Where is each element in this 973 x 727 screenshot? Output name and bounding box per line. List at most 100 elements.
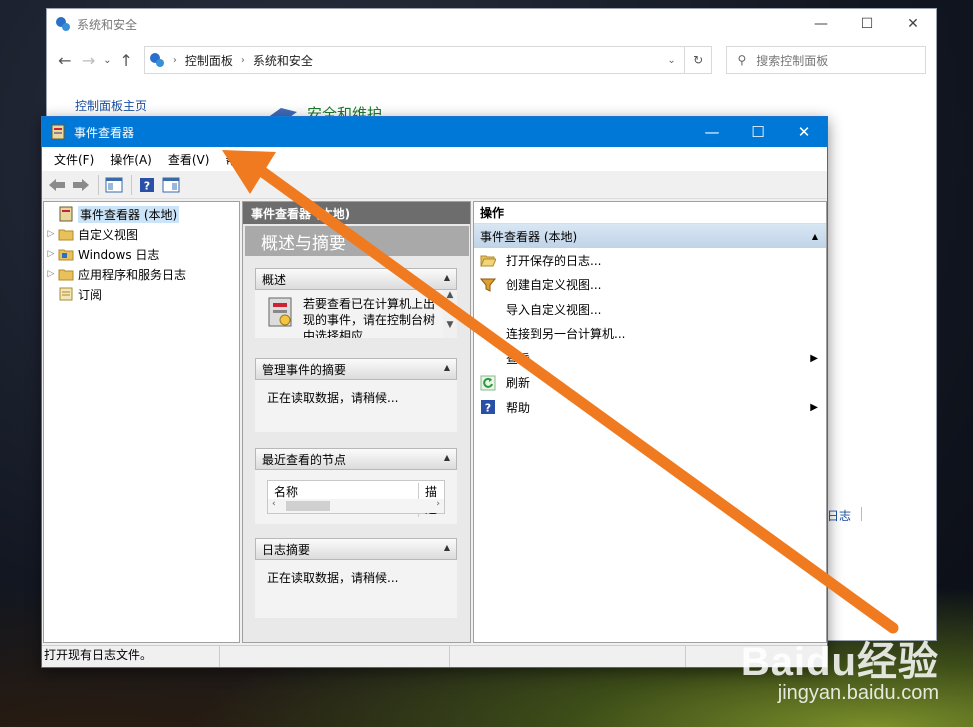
tree-item-windows-logs[interactable]: ▷ Windows 日志 xyxy=(44,244,239,264)
action-help[interactable]: ? 帮助 ▶ xyxy=(474,395,826,420)
tree-item-local[interactable]: 事件查看器 (本地) xyxy=(44,204,239,224)
folder-icon xyxy=(58,229,74,241)
collapse-caret-icon[interactable]: ▲ xyxy=(444,543,450,552)
forward-icon[interactable]: → xyxy=(77,51,101,70)
control-panel-icon xyxy=(149,53,164,67)
up-icon[interactable]: ↑ xyxy=(114,51,138,70)
watermark-logo: Baidu经验 xyxy=(740,640,939,684)
action-import-custom-view[interactable]: 导入自定义视图... xyxy=(474,297,826,322)
refresh-icon xyxy=(480,375,496,391)
back-arrow-icon[interactable] xyxy=(46,174,68,196)
svg-text:?: ? xyxy=(144,179,150,192)
section-log-summary: 日志摘要 ▲ 正在读取数据，请稍候... xyxy=(255,538,457,618)
forward-arrow-icon[interactable] xyxy=(70,174,92,196)
search-placeholder: 搜索控制面板 xyxy=(756,53,829,68)
cp-maximize-button[interactable]: ☐ xyxy=(844,9,890,39)
recent-dropdown-icon[interactable]: ⌄ xyxy=(100,55,114,66)
horizontal-scrollbar[interactable]: ‹ › xyxy=(268,499,444,513)
tree-item-subscriptions[interactable]: 订阅 xyxy=(44,284,239,304)
section-recent-header[interactable]: 最近查看的节点 ▲ xyxy=(255,448,457,470)
chevron-right-icon: › xyxy=(240,54,245,66)
event-log-icon xyxy=(268,297,292,327)
actions-group-local[interactable]: 事件查看器 (本地) ▲ xyxy=(474,224,826,248)
chevron-right-icon: › xyxy=(172,54,177,66)
folder-icon xyxy=(58,269,74,281)
collapse-caret-icon[interactable]: ▲ xyxy=(444,363,450,372)
overview-scrollbar[interactable]: ▲ ▼ xyxy=(443,290,457,338)
refresh-icon[interactable]: ↻ xyxy=(684,46,713,74)
submenu-arrow-icon: ▶ xyxy=(810,401,818,413)
submenu-arrow-icon: ▶ xyxy=(810,352,818,364)
menubar: 文件(F) 操作(A) 查看(V) 帮助(H) xyxy=(42,147,827,171)
address-bar[interactable]: › 控制面板 › 系统和安全 ⌄ xyxy=(143,46,685,74)
toolbar: ? xyxy=(42,171,827,199)
chevron-down-icon[interactable]: ⌄ xyxy=(667,55,675,66)
control-panel-icon xyxy=(56,17,70,31)
breadcrumb-control-panel[interactable]: 控制面板 xyxy=(185,52,233,69)
folder-icon xyxy=(58,249,74,261)
actions-header: 操作 xyxy=(474,202,826,224)
sidebar-link-home[interactable]: 控制面板主页 xyxy=(75,97,147,114)
help-icon: ? xyxy=(481,400,495,415)
event-viewer-window: 事件查看器 — ☐ ✕ 文件(F) 操作(A) 查看(V) 帮助(H) ? 事件… xyxy=(41,116,828,668)
admin-summary-text: 正在读取数据，请稍候... xyxy=(267,391,399,405)
menu-action[interactable]: 操作(A) xyxy=(102,151,160,168)
search-input[interactable]: ⚲ 搜索控制面板 xyxy=(726,46,926,74)
back-icon[interactable]: ← xyxy=(53,51,77,70)
filter-icon xyxy=(480,278,496,292)
expand-arrow-icon[interactable]: ▷ xyxy=(44,229,58,239)
expand-arrow-icon[interactable]: ▷ xyxy=(44,249,58,259)
overview-text: 若要查看已在计算机上出现的事件，请在控制台树中选择相应 xyxy=(303,297,436,338)
overview-pane: 事件查看器 (本地) 概述与摘要 概述 ▲ 若要查看已在计算机上出现的事件，请在… xyxy=(242,201,471,643)
console-tree-icon[interactable] xyxy=(103,174,125,196)
link-log-partial[interactable]: 日志 xyxy=(827,507,851,524)
collapse-caret-icon[interactable]: ▲ xyxy=(444,273,450,282)
ev-close-button[interactable]: ✕ xyxy=(781,117,827,147)
action-create-custom-view[interactable]: 创建自定义视图... xyxy=(474,273,826,298)
breadcrumb-system-security[interactable]: 系统和安全 xyxy=(253,52,313,69)
section-recent-nodes: 最近查看的节点 ▲ 名称 描述 ‹ › xyxy=(255,448,457,524)
status-text: 打开现有日志文件。 xyxy=(44,646,220,667)
section-admin-summary: 管理事件的摘要 ▲ 正在读取数据，请稍候... xyxy=(255,358,457,432)
action-open-saved-log[interactable]: 打开保存的日志... xyxy=(474,248,826,273)
status-cell xyxy=(450,646,686,667)
console-tree: 事件查看器 (本地) ▷ 自定义视图 ▷ Windows 日志 ▷ 应用程序和服… xyxy=(43,201,240,643)
section-overview: 概述 ▲ 若要查看已在计算机上出现的事件，请在控制台树中选择相应 ▲ ▼ xyxy=(255,268,457,338)
menu-view[interactable]: 查看(V) xyxy=(160,151,218,168)
section-admin-header[interactable]: 管理事件的摘要 ▲ xyxy=(255,358,457,380)
collapse-caret-icon[interactable]: ▲ xyxy=(812,232,818,241)
event-viewer-icon xyxy=(59,206,73,222)
search-icon: ⚲ xyxy=(737,53,747,67)
menu-file[interactable]: 文件(F) xyxy=(46,151,102,168)
cp-minimize-button[interactable]: — xyxy=(798,9,844,39)
expand-arrow-icon[interactable]: ▷ xyxy=(44,269,58,279)
tree-item-app-service-logs[interactable]: ▷ 应用程序和服务日志 xyxy=(44,264,239,284)
svg-text:?: ? xyxy=(485,402,491,415)
toolbar-divider xyxy=(98,174,99,195)
watermark-url: jingyan.baidu.com xyxy=(777,682,939,704)
collapse-caret-icon[interactable]: ▲ xyxy=(444,453,450,462)
actions-pane: 操作 事件查看器 (本地) ▲ 打开保存的日志... 创建自定义视图... 导入… xyxy=(473,201,827,643)
ev-maximize-button[interactable]: ☐ xyxy=(735,117,781,147)
action-connect-computer[interactable]: 连接到另一台计算机... xyxy=(474,322,826,347)
overview-banner: 概述与摘要 xyxy=(245,226,469,256)
action-view[interactable]: 查看 ▶ xyxy=(474,346,826,371)
status-cell xyxy=(220,646,450,667)
event-viewer-icon xyxy=(51,124,65,140)
action-refresh[interactable]: 刷新 xyxy=(474,371,826,396)
ev-minimize-button[interactable]: — xyxy=(689,117,735,147)
log-summary-text: 正在读取数据，请稍候... xyxy=(267,571,399,585)
column-name[interactable]: 名称 xyxy=(274,483,298,500)
divider xyxy=(861,507,862,521)
cp-window-title: 系统和安全 xyxy=(77,17,138,32)
section-log-header[interactable]: 日志摘要 ▲ xyxy=(255,538,457,560)
cp-close-button[interactable]: ✕ xyxy=(890,9,936,39)
status-bar: 打开现有日志文件。 xyxy=(42,645,827,667)
recent-nodes-grid[interactable]: 名称 描述 ‹ › xyxy=(267,480,445,517)
overview-header: 事件查看器 (本地) xyxy=(243,202,470,224)
section-overview-header[interactable]: 概述 ▲ xyxy=(255,268,457,290)
tree-item-custom-views[interactable]: ▷ 自定义视图 xyxy=(44,224,239,244)
action-pane-icon[interactable] xyxy=(160,174,182,196)
menu-help[interactable]: 帮助(H) xyxy=(217,151,275,168)
help-icon[interactable]: ? xyxy=(136,174,158,196)
